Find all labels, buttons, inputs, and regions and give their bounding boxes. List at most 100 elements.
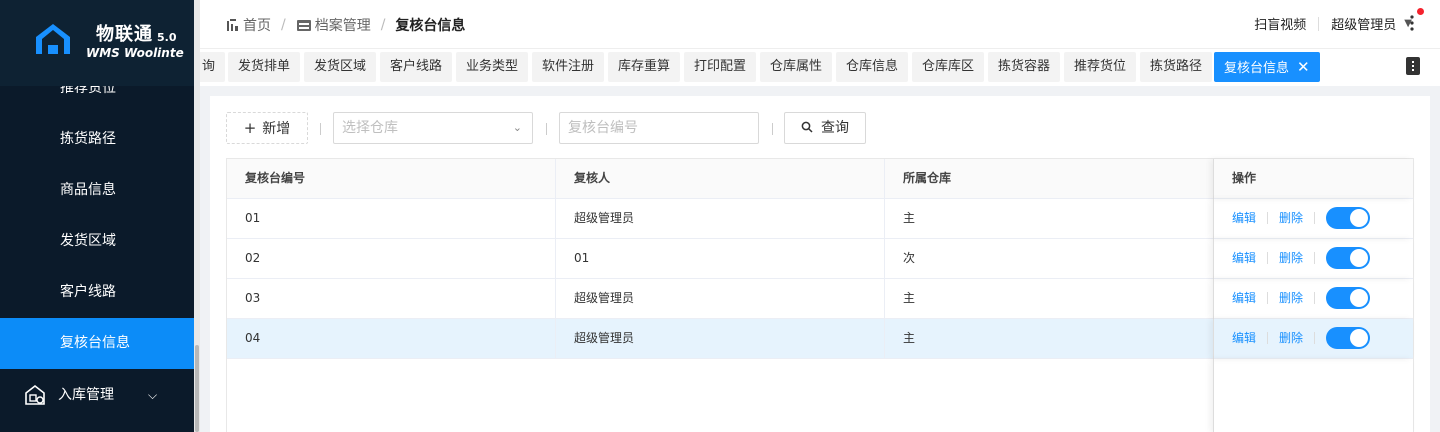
tag-item[interactable]: 仓库信息 xyxy=(836,52,909,82)
sidebar: 物联通 5.0 WMS Woolinte 推荐货位 拣货路径 商品信息 发货区域… xyxy=(0,0,200,432)
enable-toggle[interactable] xyxy=(1326,207,1371,229)
tag-active-label: 复核台信息 xyxy=(1224,61,1290,76)
sidebar-item-picking-path[interactable]: 拣货路径 xyxy=(0,114,194,165)
delete-link[interactable]: 删除 xyxy=(1279,279,1303,317)
tag-item[interactable]: 拣货路径 xyxy=(1140,52,1213,82)
table-header: 复核台编号 复核人 所属仓库 操作 xyxy=(227,159,1413,199)
tag-item[interactable]: 客户线路 xyxy=(380,52,453,82)
toolbar-divider xyxy=(772,123,773,135)
tag-item[interactable]: 业务类型 xyxy=(456,52,529,82)
cell-warehouse: 次 xyxy=(903,251,916,265)
delete-link[interactable]: 删除 xyxy=(1279,239,1303,277)
tag-item[interactable]: 发货排单 xyxy=(228,52,301,82)
sidebar-item-customer-route[interactable]: 客户线路 xyxy=(0,267,194,318)
sidebar-item-product-info[interactable]: 商品信息 xyxy=(0,165,194,216)
breadcrumb-home[interactable]: 首页 xyxy=(243,15,271,35)
column-header[interactable]: 复核人 xyxy=(556,159,885,199)
edit-link[interactable]: 编辑 xyxy=(1232,199,1256,237)
enable-toggle[interactable] xyxy=(1326,327,1371,349)
action-divider xyxy=(1267,212,1269,224)
table-row[interactable]: 03 超级管理员 主 编辑 删除 xyxy=(227,279,1413,319)
enable-toggle[interactable] xyxy=(1326,287,1371,309)
cell-actions: 编辑 删除 xyxy=(1213,279,1413,319)
code-input-placeholder: 复核台编号 xyxy=(568,120,638,136)
action-divider xyxy=(1267,332,1269,344)
inbound-icon xyxy=(25,384,45,405)
action-divider xyxy=(1314,252,1316,264)
column-header[interactable]: 所属仓库 xyxy=(885,159,1213,199)
tag-item[interactable]: 发货区域 xyxy=(304,52,377,82)
brand-name: 物联通 xyxy=(96,24,153,45)
sidebar-item-recommend-location[interactable]: 推荐货位 xyxy=(0,86,194,114)
archive-icon xyxy=(296,20,311,31)
breadcrumb-parent[interactable]: 档案管理 xyxy=(315,15,371,35)
logo-house-icon xyxy=(36,24,70,54)
action-divider xyxy=(1314,292,1316,304)
brand-version: 5.0 xyxy=(157,31,177,44)
table-row[interactable]: 01 超级管理员 主 编辑 删除 xyxy=(227,199,1413,239)
cell-warehouse: 主 xyxy=(903,291,916,305)
cell-reviewer: 超级管理员 xyxy=(556,279,885,319)
tag-item[interactable]: 拣货容器 xyxy=(988,52,1061,82)
add-button[interactable]: + 新增 xyxy=(226,112,308,144)
cell-warehouse: 主 xyxy=(903,331,916,345)
edit-link[interactable]: 编辑 xyxy=(1232,319,1256,357)
tags-view: 询 发货排单 发货区域 客户线路 业务类型 软件注册 库存重算 打印配置 仓库属… xyxy=(200,48,1440,86)
cell-actions: 编辑 删除 xyxy=(1213,239,1413,279)
delete-link[interactable]: 删除 xyxy=(1279,199,1303,237)
search-icon xyxy=(801,121,813,133)
review-station-code-input[interactable]: 复核台编号 xyxy=(559,112,759,144)
table-row[interactable]: 02 01 次 编辑 删除 xyxy=(227,239,1413,279)
edit-link[interactable]: 编辑 xyxy=(1232,279,1256,317)
sidebar-item-review-station[interactable]: 复核台信息 xyxy=(0,318,194,369)
top-header: 首页 / 档案管理 / 复核台信息 扫盲视频 超级管理员 ▼ xyxy=(200,0,1440,48)
sidebar-item-label: 拣货路径 xyxy=(60,131,116,147)
close-icon[interactable]: ✕ xyxy=(1297,58,1310,76)
tag-item[interactable]: 软件注册 xyxy=(532,52,605,82)
fixed-column-shadow xyxy=(1213,359,1413,432)
tag-item[interactable]: 仓库属性 xyxy=(760,52,833,82)
tag-item[interactable]: 推荐货位 xyxy=(1064,52,1137,82)
breadcrumb-current: 复核台信息 xyxy=(395,18,466,34)
tag-item[interactable]: 库存重算 xyxy=(608,52,681,82)
delete-link[interactable]: 删除 xyxy=(1279,319,1303,357)
sidebar-item-label: 客户线路 xyxy=(60,284,116,300)
toolbar-divider xyxy=(320,123,321,135)
cell-warehouse: 主 xyxy=(903,211,916,225)
breadcrumb: 首页 / 档案管理 / 复核台信息 xyxy=(226,15,465,35)
tags-menu-icon[interactable] xyxy=(1406,57,1420,75)
toolbar-divider xyxy=(546,123,547,135)
header-divider xyxy=(1318,16,1320,31)
tutorial-video-link[interactable]: 扫盲视频 xyxy=(1254,14,1306,33)
edit-link[interactable]: 编辑 xyxy=(1232,239,1256,277)
query-button-label: 查询 xyxy=(821,120,849,136)
column-header[interactable]: 复核台编号 xyxy=(227,159,556,199)
warehouse-select-placeholder: 选择仓库 xyxy=(342,120,398,136)
cell-code: 04 xyxy=(227,319,556,359)
enable-toggle[interactable] xyxy=(1326,247,1371,269)
sidebar-group-inbound[interactable]: 入库管理 ⌵ xyxy=(0,369,194,421)
home-icon xyxy=(227,19,238,31)
tag-item[interactable]: 询 xyxy=(200,52,226,82)
header-actions: 扫盲视频 超级管理员 ▼ xyxy=(1254,14,1412,33)
action-divider xyxy=(1267,252,1269,264)
sidebar-scrollbar-thumb[interactable] xyxy=(195,345,199,432)
more-vertical-icon[interactable] xyxy=(1408,14,1416,32)
breadcrumb-separator: / xyxy=(281,17,286,33)
breadcrumb-separator: / xyxy=(380,17,386,33)
cell-actions: 编辑 删除 xyxy=(1213,199,1413,239)
table-row[interactable]: 04 超级管理员 主 编辑 删除 xyxy=(227,319,1413,359)
query-button[interactable]: 查询 xyxy=(784,112,866,144)
sidebar-item-shipping-area[interactable]: 发货区域 xyxy=(0,216,194,267)
tag-item[interactable]: 打印配置 xyxy=(684,52,757,82)
warehouse-select[interactable]: 选择仓库 ⌄ xyxy=(333,112,533,144)
cell-code: 03 xyxy=(227,279,556,319)
cell-reviewer: 超级管理员 xyxy=(556,319,885,359)
tag-item[interactable]: 仓库库区 xyxy=(912,52,985,82)
main-content: + 新增 选择仓库 ⌄ 复核台编号 查询 复核台编号 复核人 所属仓库 操作 01… xyxy=(210,96,1430,432)
tag-active[interactable]: 复核台信息 ✕ xyxy=(1214,52,1320,82)
action-divider xyxy=(1267,292,1269,304)
user-menu[interactable]: 超级管理员 xyxy=(1331,14,1396,33)
notification-dot xyxy=(1417,8,1424,15)
sidebar-menu: 推荐货位 拣货路径 商品信息 发货区域 客户线路 复核台信息 入库管理 ⌵ xyxy=(0,86,194,421)
